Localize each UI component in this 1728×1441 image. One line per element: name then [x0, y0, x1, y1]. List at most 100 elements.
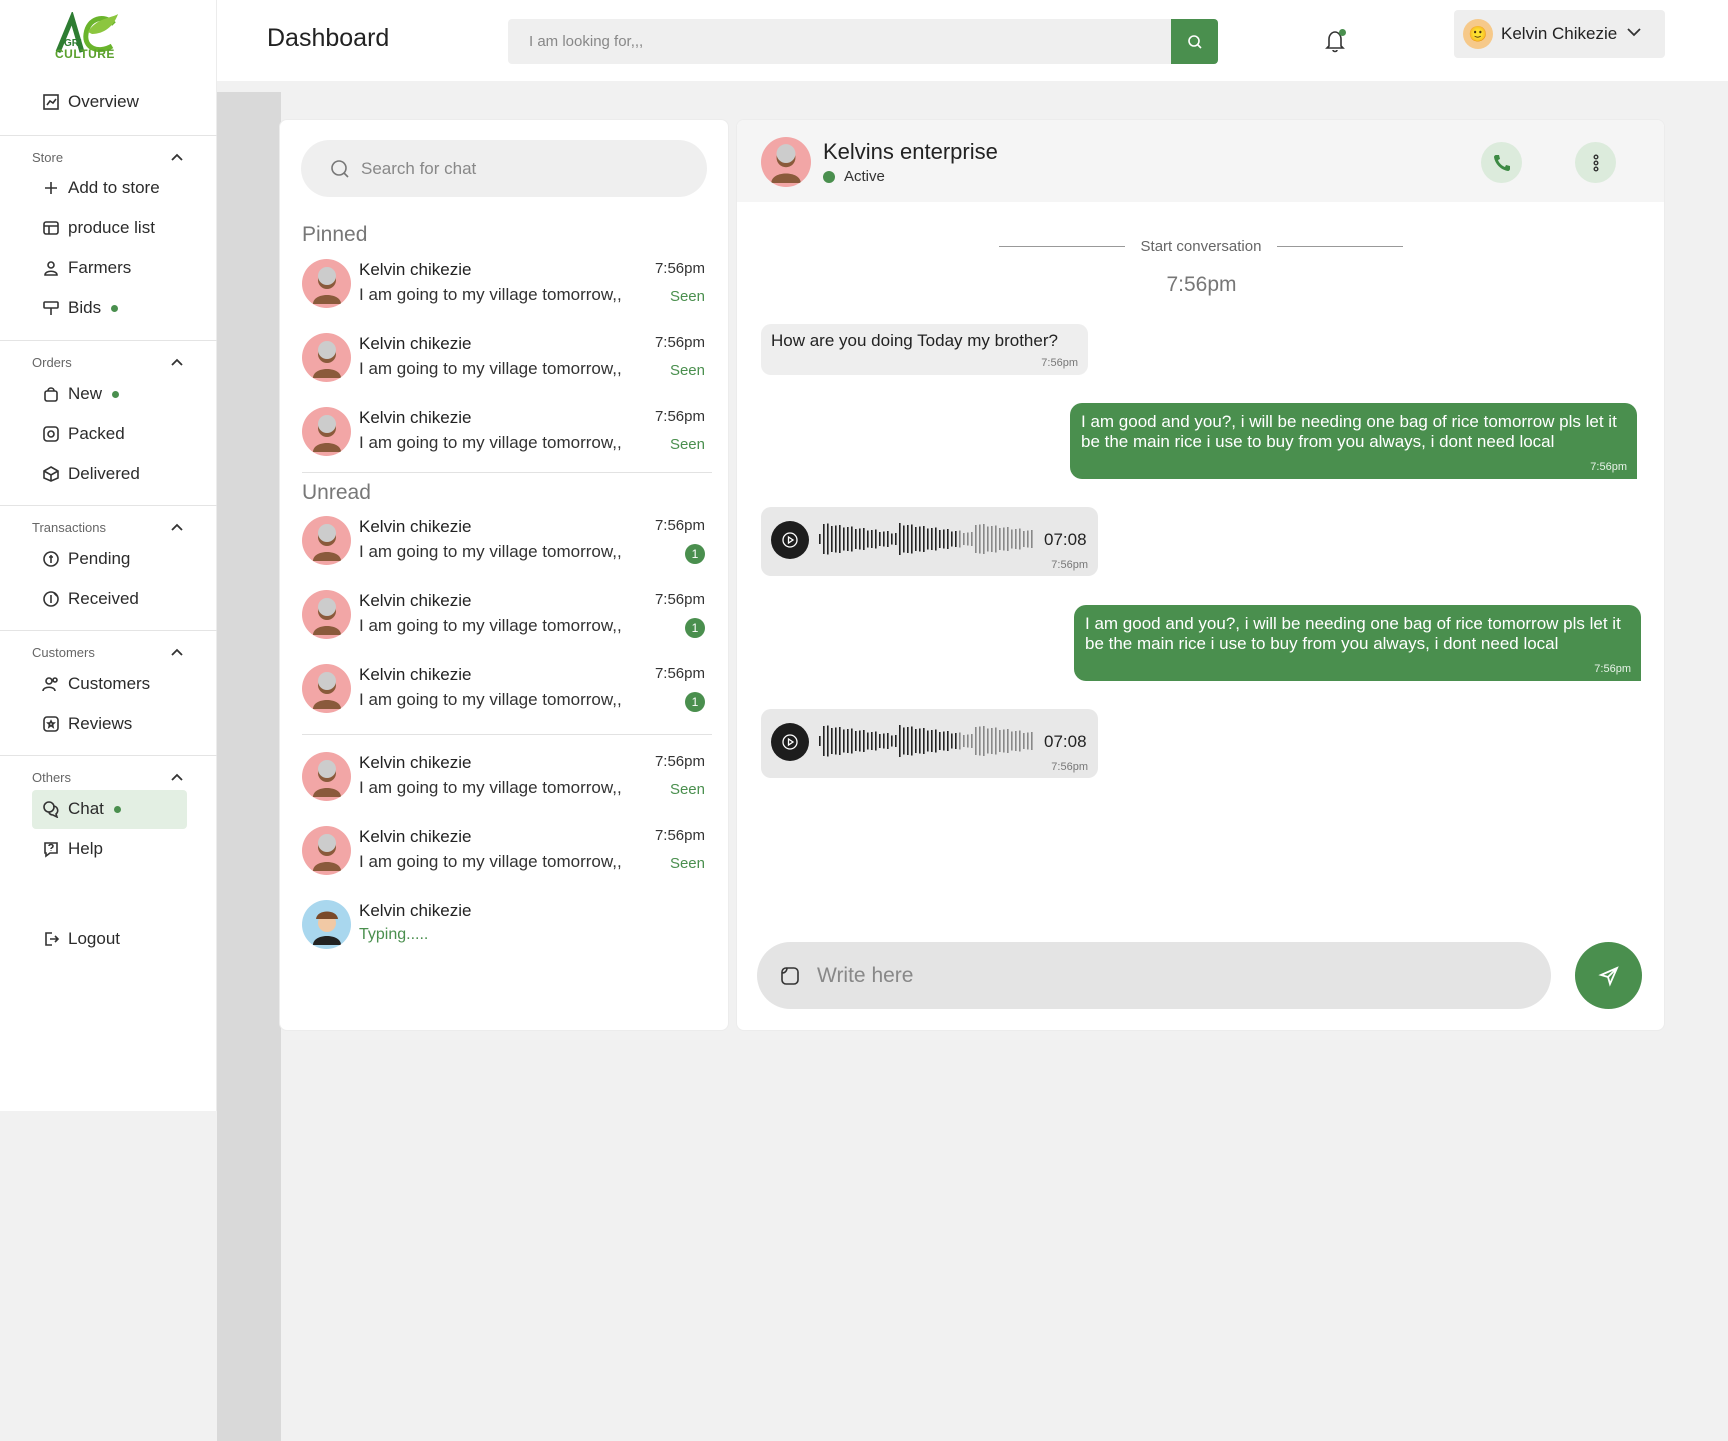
avatar [302, 590, 351, 639]
chat-name: Kelvin chikezie [359, 901, 472, 920]
avatar [302, 333, 351, 382]
chat-preview: I am going to my village tomorrow,, [359, 359, 622, 378]
sidebar-item-label: Packed [68, 424, 125, 443]
seen-status: Seen [669, 288, 705, 305]
sidebar-item-delivered[interactable]: Delivered [42, 462, 140, 486]
chevron-up-icon[interactable] [170, 355, 184, 369]
search-icon [1187, 34, 1202, 49]
chat-preview: I am going to my village tomorrow,, [359, 690, 622, 709]
status-text: Active [844, 168, 885, 185]
search-input[interactable]: I am looking for,,, [508, 19, 1171, 64]
send-button[interactable] [1575, 942, 1642, 1009]
search-button[interactable] [1171, 19, 1218, 64]
call-button[interactable] [1481, 142, 1522, 183]
voice-duration: 07:08 [1044, 732, 1087, 751]
background-strip [217, 92, 281, 1441]
avatar [302, 826, 351, 875]
sidebar-item-produce-list[interactable]: produce list [42, 216, 155, 240]
chat-list-item[interactable]: Kelvin chikezie Typing..... [302, 897, 707, 949]
section-label-orders: Orders [32, 355, 72, 370]
sidebar-item-overview[interactable]: Overview [42, 90, 139, 114]
chat-list-item[interactable]: Kelvin chikezie I am going to my village… [302, 513, 707, 565]
notification-dot [1339, 29, 1346, 36]
sidebar-item-packed[interactable]: Packed [42, 422, 125, 446]
sidebar-item-customers[interactable]: Customers [42, 672, 150, 696]
chevron-down-icon [1625, 23, 1643, 46]
divider [302, 734, 712, 735]
sidebar: GRI CULTURE Overview Store Add to store … [0, 0, 217, 1111]
attachment-icon[interactable] [779, 965, 801, 987]
chat-time: 7:56pm [654, 517, 705, 534]
chat-time: 7:56pm [654, 591, 705, 608]
sidebar-item-label: New [68, 384, 103, 403]
chat-list-item[interactable]: Kelvin chikezie I am going to my village… [302, 587, 707, 639]
chat-list-item[interactable]: Kelvin chikezie I am going to my village… [302, 404, 707, 456]
chat-preview: I am going to my village tomorrow,, [359, 616, 622, 635]
waveform[interactable] [819, 725, 1034, 757]
seen-status: Seen [669, 855, 705, 872]
play-button[interactable] [771, 723, 809, 761]
message-text: I am good and you?, i will be needing on… [1085, 614, 1621, 653]
conversation-panel: Kelvins enterprise Active Start conversa… [736, 119, 1665, 1031]
message-input[interactable]: Write here [757, 942, 1551, 1009]
seen-status: Seen [669, 436, 705, 453]
chat-search-placeholder: Search for chat [361, 158, 477, 178]
user-menu[interactable]: 🙂 Kelvin Chikezie [1454, 10, 1665, 58]
sidebar-item-received[interactable]: Received [42, 587, 139, 611]
logout-icon [42, 930, 60, 948]
page-title: Dashboard [267, 24, 390, 52]
play-button[interactable] [771, 521, 809, 559]
waveform[interactable] [819, 523, 1034, 555]
sidebar-item-chat[interactable]: Chat [42, 797, 121, 821]
bid-icon [42, 299, 60, 317]
conversation-name: Kelvins enterprise [823, 139, 998, 164]
sidebar-item-label: Reviews [68, 714, 133, 733]
chat-search-input[interactable]: Search for chat [301, 140, 707, 197]
divider [0, 505, 217, 506]
sidebar-item-label: Customers [68, 674, 151, 693]
sidebar-item-pending[interactable]: Pending [42, 547, 130, 571]
avatar [302, 664, 351, 713]
avatar [302, 516, 351, 565]
chat-preview: I am going to my village tomorrow,, [359, 778, 622, 797]
chat-list-item[interactable]: Kelvin chikezie I am going to my village… [302, 823, 707, 875]
chat-time: 7:56pm [654, 408, 705, 425]
sidebar-item-add-to-store[interactable]: Add to store [42, 176, 160, 200]
avatar[interactable] [761, 137, 811, 187]
voice-message: 07:08 7:56pm [761, 709, 1098, 778]
sidebar-item-farmers[interactable]: Farmers [42, 256, 131, 280]
chat-list-item[interactable]: Kelvin chikezie I am going to my village… [302, 330, 707, 382]
chevron-up-icon[interactable] [170, 150, 184, 164]
section-label-customers: Customers [32, 645, 95, 660]
outgoing-message: I am good and you?, i will be needing on… [1070, 403, 1637, 479]
sidebar-item-reviews[interactable]: Reviews [42, 712, 132, 736]
more-options-button[interactable] [1575, 142, 1616, 183]
chat-list-item[interactable]: Kelvin chikezie I am going to my village… [302, 749, 707, 801]
sidebar-item-new[interactable]: New [42, 382, 120, 406]
start-conversation-divider: Start conversation [999, 238, 1403, 255]
unread-badge: 1 [685, 544, 705, 564]
chevron-up-icon[interactable] [170, 770, 184, 784]
voice-duration: 07:08 [1044, 530, 1087, 549]
chevron-up-icon[interactable] [170, 645, 184, 659]
received-money-icon [42, 590, 60, 608]
notification-dot [112, 390, 120, 398]
reviews-icon [42, 715, 60, 733]
chat-list-item[interactable]: Kelvin chikezie I am going to my village… [302, 661, 707, 713]
sidebar-item-label: Help [68, 839, 103, 858]
avatar [302, 259, 351, 308]
chat-name: Kelvin chikezie [359, 408, 472, 427]
message-time: 7:56pm [1590, 461, 1627, 473]
notification-dot [111, 304, 119, 312]
sidebar-item-bids[interactable]: Bids [42, 296, 119, 320]
help-icon [42, 840, 60, 858]
more-vertical-icon [1592, 154, 1598, 171]
sidebar-item-label: Add to store [68, 178, 160, 197]
avatar [302, 407, 351, 456]
logout-button[interactable]: Logout [42, 927, 120, 951]
chevron-up-icon[interactable] [170, 520, 184, 534]
chat-list-item[interactable]: Kelvin chikezie I am going to my village… [302, 256, 707, 308]
search-icon [331, 159, 349, 178]
chat-name: Kelvin chikezie [359, 753, 472, 772]
sidebar-item-help[interactable]: Help [42, 837, 103, 861]
